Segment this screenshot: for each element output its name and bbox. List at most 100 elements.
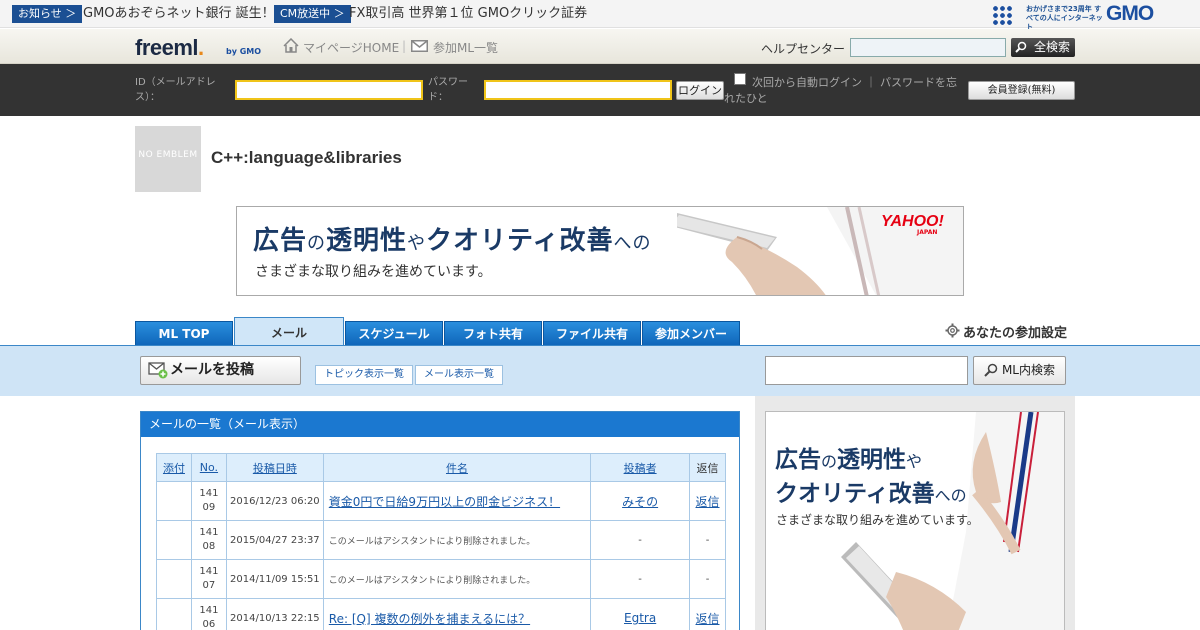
cell-author: Egtra: [590, 598, 691, 630]
tab-members[interactable]: 参加メンバー: [642, 321, 740, 346]
side-ad-word-he: への: [934, 486, 967, 505]
reply-link[interactable]: 返信: [696, 495, 720, 509]
login-button[interactable]: ログイン: [676, 81, 724, 100]
cell-date: 2014/11/09 15:51: [225, 559, 324, 599]
logo-by-gmo: by GMO: [226, 47, 262, 56]
group-title[interactable]: C++:language&libraries: [211, 148, 402, 168]
col-no[interactable]: No.: [190, 453, 227, 482]
table-row: 14109 2016/12/23 06:20 資金0円で日給9万円以上の即金ビジ…: [156, 481, 726, 521]
ad-word-ad: 広告: [253, 226, 308, 256]
site-header: freeml. by GMO マイページHOME | 参加ML一覧 ヘルプセンタ…: [0, 29, 1200, 64]
participation-setting-link[interactable]: あなたの参加設定: [945, 322, 1067, 341]
cell-no-text: 14106: [199, 605, 219, 630]
freeml-logo[interactable]: freeml.: [135, 35, 204, 61]
side-ad-word-ad: 広告: [775, 447, 821, 473]
notice-tag-news[interactable]: お知らせ ＞: [12, 5, 83, 23]
cell-no: 14109: [190, 481, 227, 521]
password-input[interactable]: [484, 80, 672, 100]
col-subject[interactable]: 件名: [322, 453, 592, 482]
cell-no: 14108: [190, 520, 227, 560]
cell-attach: [156, 481, 192, 521]
gmo-grid-icon[interactable]: [992, 5, 1012, 25]
side-ad-banner[interactable]: 広告の透明性や クオリティ改善への さまざまな取り組みを進めています。: [765, 411, 1065, 630]
mail-view-button[interactable]: メール表示一覧: [415, 365, 503, 385]
cell-author: -: [590, 559, 691, 599]
mypage-home-link[interactable]: マイページHOME: [303, 39, 399, 56]
home-icon: [283, 38, 299, 53]
help-center-label[interactable]: ヘルプセンター: [761, 40, 845, 57]
ml-search-input[interactable]: [765, 356, 968, 385]
col-reply: 返信: [689, 453, 726, 482]
col-attach[interactable]: 添付: [156, 453, 192, 482]
cell-reply: -: [689, 520, 726, 560]
notice-link-bank[interactable]: GMOあおぞらネット銀行 誕生！: [83, 5, 275, 23]
tab-mail[interactable]: メール: [234, 317, 344, 347]
author-link[interactable]: Egtra: [624, 611, 656, 625]
ml-list-link[interactable]: 参加ML一覧: [433, 39, 498, 56]
help-search-input[interactable]: [850, 38, 1006, 57]
cell-no-text: 14108: [199, 527, 219, 552]
register-button[interactable]: 会員登録(無料): [968, 81, 1075, 100]
notice-link-fx[interactable]: FX取引高 世界第１位 GMOクリック証券: [349, 5, 587, 23]
side-ad-headline: 広告の透明性や クオリティ改善への: [775, 444, 967, 512]
notice-tag-cm[interactable]: CM放送中 ＞: [274, 5, 351, 23]
cell-subject: 資金0円で日給9万円以上の即金ビジネス！: [322, 481, 592, 521]
ad-word-he: への: [613, 233, 652, 254]
cell-author: みその: [590, 481, 691, 521]
header-separator: |: [402, 39, 407, 53]
tab-photo[interactable]: フォト共有: [444, 321, 542, 346]
ad-word-transparency: 透明性: [326, 226, 408, 256]
ad-subline: さまざまな取り組みを進めています。: [255, 264, 492, 280]
mail-list-icon: [411, 40, 428, 52]
side-ad-word-transparency: 透明性: [837, 447, 907, 473]
ad-banner[interactable]: 広告の透明性やクオリティ改善への さまざまな取り組みを進めています。 YAHOO…: [236, 206, 964, 296]
auto-login-text[interactable]: 次回から自動ログイン ｜ パスワードを忘れたひと: [724, 75, 959, 107]
ad-word-quality: クオリティ改善: [426, 226, 614, 256]
side-ad-word-quality: クオリティ改善: [775, 481, 935, 507]
cell-reply: -: [689, 559, 726, 599]
cell-no: 14107: [190, 559, 227, 599]
cell-subject: このメールはアシスタントにより削除されました。: [322, 559, 592, 599]
cell-attach: [156, 520, 192, 560]
logo-text: freeml: [135, 35, 199, 60]
reply-link[interactable]: 返信: [696, 612, 720, 626]
search-icon: [984, 363, 998, 377]
subject-link[interactable]: Re: [Q] 複数の例外を捕まえるには？: [329, 612, 530, 626]
cell-date: 2016/12/23 06:20: [225, 481, 324, 521]
author-link[interactable]: みその: [622, 495, 658, 509]
ad-word-ya: や: [407, 233, 427, 254]
table-header-row: 添付 No. 投稿日時 件名 投稿者 返信: [156, 453, 726, 482]
group-emblem: NO EMBLEM: [135, 126, 201, 192]
tab-file[interactable]: ファイル共有: [543, 321, 641, 346]
search-all-label: 全検索: [1033, 40, 1070, 54]
logo-dot: .: [198, 35, 204, 60]
search-all-button[interactable]: 全検索: [1011, 38, 1075, 57]
table-row: 14106 2014/10/13 22:15 Re: [Q] 複数の例外を捕まえ…: [156, 598, 726, 630]
cell-attach: [156, 598, 192, 630]
col-date[interactable]: 投稿日時: [225, 453, 324, 482]
yahoo-japan-sub: JAPAN: [917, 229, 938, 236]
side-ad-word-ya: や: [906, 452, 923, 471]
gmo-tagline[interactable]: おかげさまで23周年 すべての人にインターネット: [1026, 5, 1106, 32]
tab-ml-top[interactable]: ML TOP: [135, 321, 233, 346]
table-row: 14107 2014/11/09 15:51 このメールはアシスタントにより削除…: [156, 559, 726, 599]
cell-no-text: 14109: [199, 488, 219, 513]
password-label: パスワード：: [428, 77, 468, 103]
table-row: 14108 2015/04/27 23:37 このメールはアシスタントにより削除…: [156, 520, 726, 560]
col-author[interactable]: 投稿者: [590, 453, 691, 482]
id-label: ID（メールアドレス）：: [135, 77, 216, 103]
gmo-logo[interactable]: GMO: [1106, 2, 1154, 26]
cell-no-text: 14107: [199, 566, 219, 591]
topic-view-button[interactable]: トピック表示一覧: [315, 365, 413, 385]
tab-schedule[interactable]: スケジュール: [345, 321, 443, 346]
cell-no: 14106: [190, 598, 227, 630]
side-ad-word-no: の: [821, 452, 838, 471]
ad-word-no: の: [307, 233, 327, 254]
compose-mail-icon: [148, 362, 168, 379]
side-ad-subline: さまざまな取り組みを進めています。: [776, 513, 979, 527]
cell-reply: 返信: [689, 481, 726, 521]
cell-reply: 返信: [689, 598, 726, 630]
subject-link[interactable]: 資金0円で日給9万円以上の即金ビジネス！: [329, 495, 560, 509]
magnifier-icon: [1015, 41, 1027, 53]
id-input[interactable]: [235, 80, 423, 100]
